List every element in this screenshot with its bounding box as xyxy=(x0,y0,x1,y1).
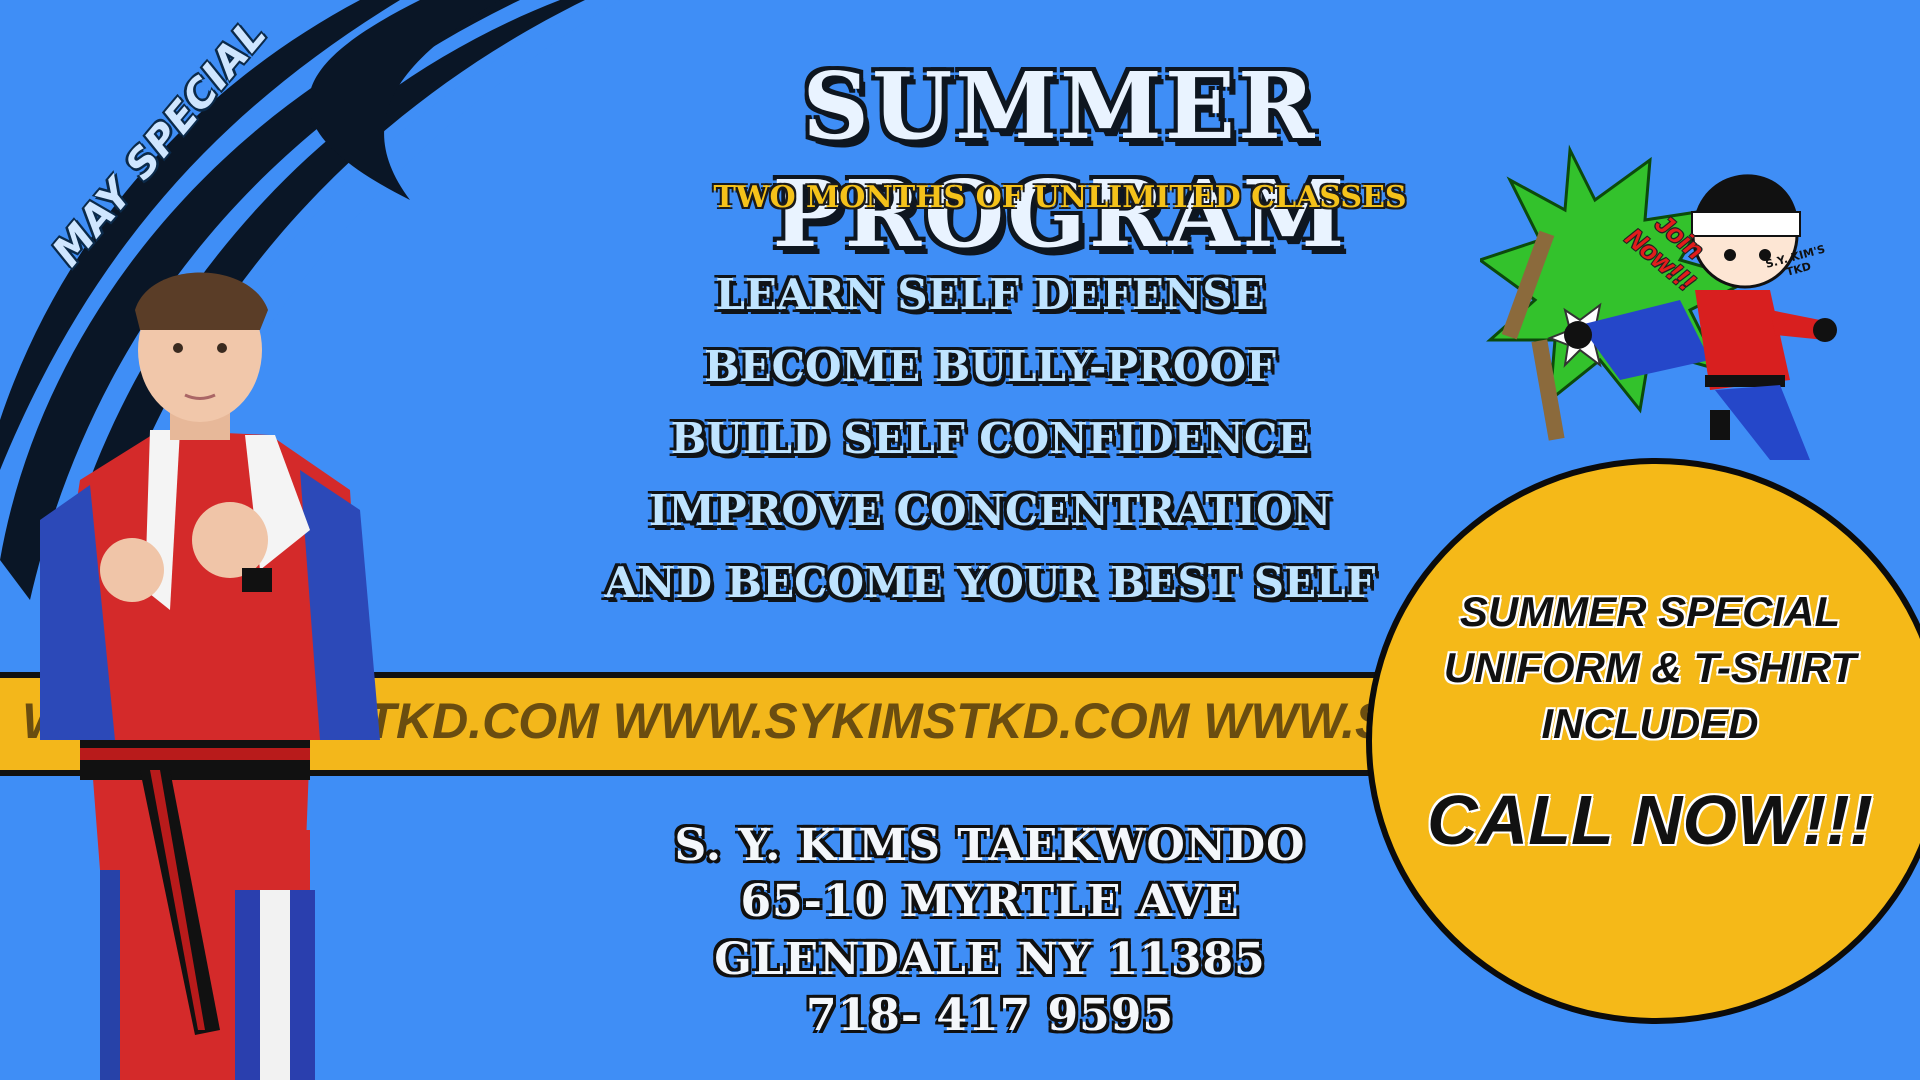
offer-line: UNIFORM & T-SHIRT xyxy=(1443,644,1857,691)
benefit-line: AND BECOME YOUR BEST SELF xyxy=(604,558,1376,607)
benefit-line: BUILD SELF CONFIDENCE xyxy=(670,414,1310,463)
phone-number[interactable]: 718- 417 9595 xyxy=(620,990,1360,1041)
benefit-line: BECOME BULLY-PROOF xyxy=(704,342,1276,391)
page-subtitle: TWO MONTHS OF UNLIMITED CLASSES xyxy=(713,180,1407,215)
benefit-line: LEARN SELF DEFENSE xyxy=(715,270,1265,319)
mascot-kick-illustration xyxy=(1480,144,1837,460)
benefit-line: IMPROVE CONCENTRATION xyxy=(648,486,1332,535)
call-now-button[interactable]: CALL NOW!!! xyxy=(1380,780,1920,860)
page-title: SUMMER PROGRAM xyxy=(772,52,1348,268)
offer-line: INCLUDED xyxy=(1541,700,1759,747)
school-name: S. Y. KIMS TAEKWONDO xyxy=(674,820,1306,871)
student-photo xyxy=(40,272,380,1080)
offer-line: SUMMER SPECIAL xyxy=(1459,588,1841,635)
city-address: GLENDALE NY 11385 xyxy=(714,934,1266,985)
street-address: 65-10 MYRTLE AVE xyxy=(740,876,1240,927)
